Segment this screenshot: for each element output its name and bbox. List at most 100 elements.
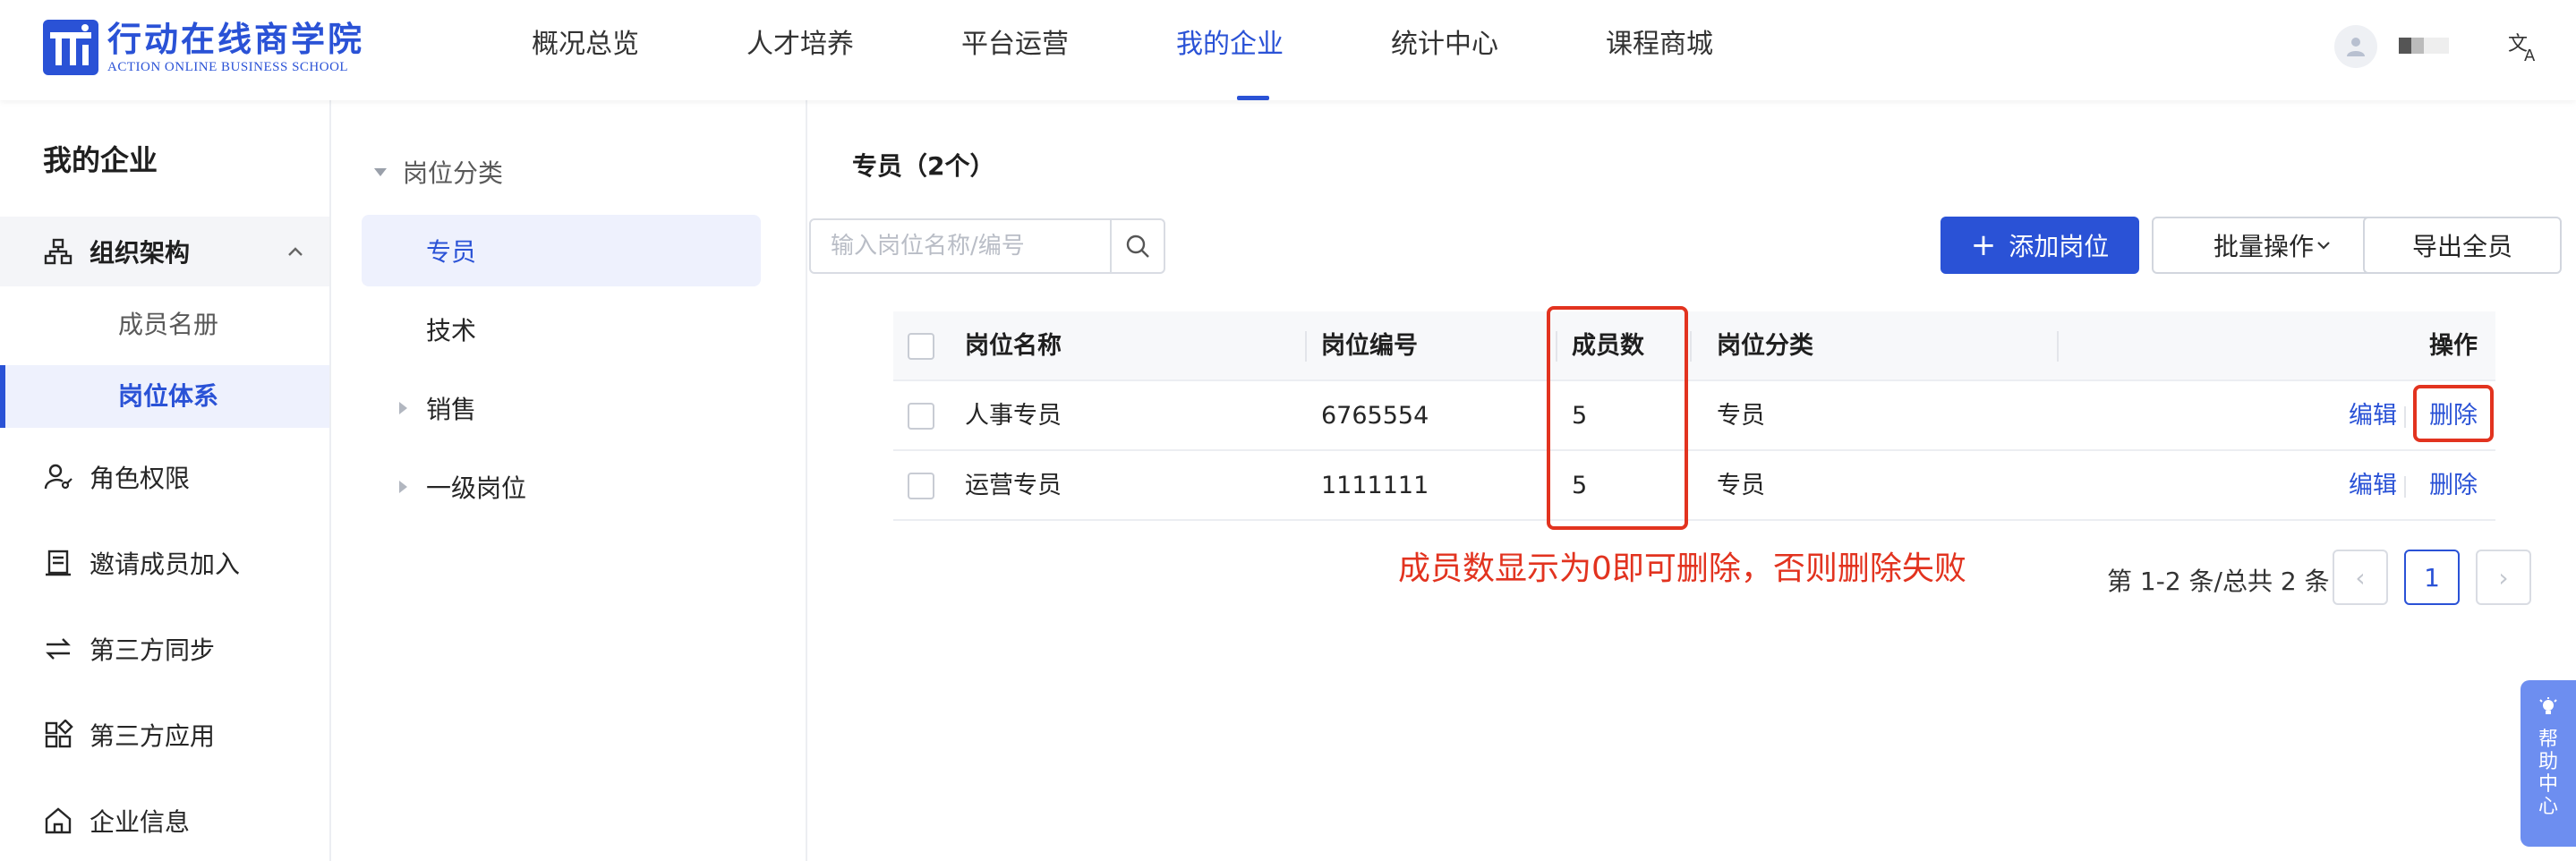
nav-course-store[interactable]: 课程商城 (1575, 0, 1790, 100)
category-tree: 岗位分类 专员 技术 销售 一级岗位 (333, 100, 807, 861)
tree-node-label: 销售 (426, 395, 477, 424)
table-header: 岗位名称 岗位编号 成员数 岗位分类 操作 (893, 311, 2495, 381)
swap-icon (46, 638, 71, 660)
help-center-button[interactable]: 帮助中心 (2521, 680, 2576, 847)
lightbulb-icon (2539, 697, 2557, 714)
cell-category: 专员 (1717, 472, 1765, 499)
delete-link[interactable]: 删除 (2429, 451, 2478, 521)
column-divider (1556, 331, 1557, 362)
sidebar-item-company-info[interactable]: 企业信息 (0, 789, 329, 852)
nav-my-company[interactable]: 我的企业 (1146, 0, 1361, 100)
annotation-note: 成员数显示为0即可删除，否则删除失败 (1398, 550, 1966, 587)
sidebar-title: 我的企业 (43, 143, 158, 177)
column-divider (1690, 331, 1692, 362)
page-title: 专员（2个） (852, 151, 995, 181)
sidebar-item-label: 邀请成员加入 (90, 550, 241, 579)
svg-text:A: A (2524, 47, 2536, 64)
sidebar-item-invite[interactable]: 邀请成员加入 (0, 532, 329, 594)
edit-link[interactable]: 编辑 (2349, 381, 2397, 451)
tree-root-label: 岗位分类 (403, 158, 504, 188)
sidebar-item-label: 角色权限 (90, 464, 191, 493)
tree-node-sales[interactable]: 销售 (362, 372, 761, 444)
page-1-button[interactable]: 1 (2404, 550, 2460, 605)
plus-icon: + (1970, 227, 1997, 263)
batch-actions-label: 批量操作 (2213, 232, 2314, 261)
export-all-button[interactable]: 导出全员 (2363, 217, 2562, 274)
sidebar-item-positions[interactable]: 岗位体系 (0, 365, 329, 428)
tree-node-level1[interactable]: 一级岗位 (362, 451, 761, 523)
add-position-button[interactable]: + 添加岗位 (1941, 217, 2139, 274)
logo-subtitle: ACTION ONLINE BUSINESS SCHOOL (107, 60, 349, 74)
caret-right-icon[interactable] (399, 481, 407, 493)
delete-link[interactable]: 删除 (2429, 381, 2478, 451)
sidebar-item-label: 企业信息 (90, 807, 191, 837)
caret-right-icon[interactable] (399, 402, 407, 414)
avatar[interactable] (2334, 25, 2377, 68)
search-input[interactable] (811, 220, 1110, 272)
main-content: 专员（2个） + 添加岗位 批量操作 导出全员 岗位名称 岗位编号 成员数 (809, 100, 2576, 861)
sidebar-item-sync[interactable]: 第三方同步 (0, 618, 329, 680)
select-all-checkbox[interactable] (908, 333, 934, 360)
chevron-up-icon[interactable] (285, 242, 306, 263)
tree-node-specialist[interactable]: 专员 (362, 215, 761, 286)
cell-code: 1111111 (1321, 472, 1429, 499)
col-header-members: 成员数 (1572, 332, 1644, 360)
document-icon (46, 550, 71, 576)
sidebar-item-members[interactable]: 成员名册 (0, 294, 329, 356)
chevron-down-icon (2317, 242, 2330, 250)
search-box (809, 218, 1165, 274)
export-all-label: 导出全员 (2411, 232, 2512, 261)
table-row: 运营专员 1111111 5 专员 编辑 删除 (893, 451, 2495, 521)
nav-operations[interactable]: 平台运营 (931, 0, 1146, 100)
tree-node-tech[interactable]: 技术 (362, 294, 761, 365)
next-page-button[interactable]: › (2476, 550, 2531, 605)
sidebar-group-label: 组织架构 (90, 238, 191, 268)
apps-icon (45, 720, 73, 748)
col-header-name: 岗位名称 (965, 332, 1062, 360)
help-center-label: 帮助中心 (2538, 729, 2558, 818)
org-chart-icon (44, 238, 73, 265)
cell-name: 运营专员 (965, 472, 1062, 499)
logo[interactable]: 行动在线商学院 ACTION ONLINE BUSINESS SCHOOL (43, 18, 364, 77)
column-divider (1305, 331, 1307, 362)
row-checkbox[interactable] (908, 403, 934, 430)
user-key-icon (44, 464, 73, 490)
home-icon (45, 807, 72, 834)
sidebar-item-apps[interactable]: 第三方应用 (0, 703, 329, 766)
row-checkbox[interactable] (908, 473, 934, 499)
top-header: 行动在线商学院 ACTION ONLINE BUSINESS SCHOOL 概况… (0, 0, 2576, 100)
logo-title: 行动在线商学院 (107, 20, 365, 59)
prev-page-button[interactable]: ‹ (2333, 550, 2388, 605)
sidebar-item-label: 第三方同步 (90, 635, 216, 665)
col-header-actions: 操作 (2429, 332, 2478, 360)
batch-actions-button[interactable]: 批量操作 (2152, 217, 2395, 274)
action-divider (2404, 476, 2406, 498)
column-divider (2057, 331, 2059, 362)
nav-statistics[interactable]: 统计中心 (1361, 0, 1575, 100)
cell-code: 6765554 (1321, 402, 1429, 430)
add-position-label: 添加岗位 (2009, 232, 2110, 261)
translate-icon[interactable]: 文 A (2506, 29, 2542, 64)
tree-node-label: 一级岗位 (426, 473, 527, 503)
tree-node-label: 专员 (426, 237, 477, 267)
sidebar-item-roles[interactable]: 角色权限 (0, 446, 329, 508)
search-button[interactable] (1110, 220, 1164, 272)
logo-mark-icon (43, 20, 98, 75)
tree-root[interactable]: 岗位分类 (374, 154, 503, 190)
col-header-code: 岗位编号 (1321, 332, 1418, 360)
nav-talent[interactable]: 人才培养 (716, 0, 931, 100)
caret-down-icon (374, 167, 387, 176)
sidebar-item-label: 第三方应用 (90, 721, 216, 751)
user-name-redacted[interactable] (2399, 38, 2449, 54)
cell-members: 5 (1572, 472, 1588, 499)
col-header-category: 岗位分类 (1717, 332, 1813, 360)
table-row: 人事专员 6765554 5 专员 编辑 删除 (893, 381, 2495, 451)
search-icon (1126, 234, 1149, 258)
edit-link[interactable]: 编辑 (2349, 451, 2397, 521)
action-divider (2404, 406, 2406, 428)
sidebar-group-org[interactable]: 组织架构 (0, 217, 329, 286)
nav-overview[interactable]: 概况总览 (501, 0, 716, 100)
tree-node-label: 技术 (426, 316, 477, 345)
cell-category: 专员 (1717, 402, 1765, 430)
cell-members: 5 (1572, 402, 1588, 430)
